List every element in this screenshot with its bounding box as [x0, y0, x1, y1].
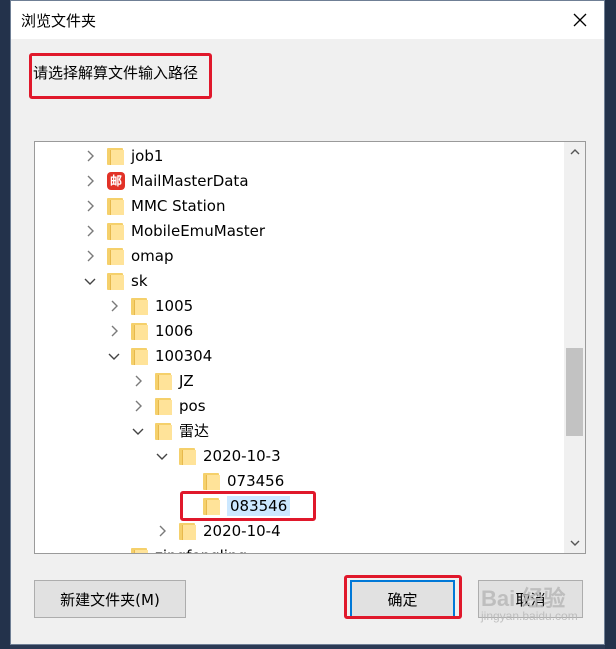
tree-item[interactable]: MMC Station	[83, 193, 225, 218]
tree-item[interactable]: 邮 MailMasterData	[83, 168, 249, 193]
tree-item-label: 1006	[155, 321, 194, 340]
scroll-down-icon[interactable]	[564, 533, 585, 553]
tree-item[interactable]: 雷达	[131, 418, 209, 443]
prompt-text: 请选择解算文件输入路径	[33, 64, 199, 82]
scroll-up-icon[interactable]	[564, 142, 585, 162]
tree-item-label: 1005	[155, 296, 194, 315]
tree-item-label: zingfengling	[155, 547, 247, 554]
tree-item-label: 2020-10-3	[203, 446, 281, 465]
new-folder-button[interactable]: 新建文件夹(M)	[34, 580, 186, 618]
tree-item[interactable]: 2020-10-3	[155, 443, 281, 468]
tree-item-label: 100304	[155, 346, 213, 365]
tree-item-label: JZ	[179, 371, 194, 390]
tree-item[interactable]: 100304	[107, 343, 212, 368]
tree-item-label: pos	[179, 396, 206, 415]
folder-icon	[131, 297, 148, 315]
folder-icon	[107, 222, 124, 240]
window-frame-right	[605, 0, 616, 649]
window-frame-left	[0, 0, 10, 649]
browse-folder-dialog: 浏览文件夹 请选择解算文件输入路径 job1 邮 MailMasterData MMC…	[10, 0, 605, 645]
chevron-right-icon[interactable]	[83, 174, 97, 188]
tree-item[interactable]: sk	[83, 268, 148, 293]
tree-item[interactable]: zingfengling	[107, 543, 247, 554]
title-bar[interactable]: 浏览文件夹	[11, 1, 604, 39]
tree-item[interactable]: JZ	[131, 368, 194, 393]
tree-item[interactable]: 073456	[179, 468, 284, 493]
chevron-right-icon[interactable]	[83, 149, 97, 163]
tree-item-label: sk	[131, 271, 148, 290]
tree-item[interactable]: 2020-10-4	[155, 518, 281, 543]
ok-button[interactable]: 确定	[350, 580, 455, 618]
folder-icon	[155, 397, 172, 415]
folder-icon	[107, 272, 124, 290]
chevron-right-icon[interactable]	[83, 199, 97, 213]
watermark-text: Bai 经验	[481, 586, 566, 611]
chevron-down-icon[interactable]	[83, 274, 97, 288]
tree-item[interactable]: job1	[83, 143, 163, 168]
vertical-scrollbar[interactable]	[564, 142, 585, 553]
chevron-down-icon[interactable]	[107, 349, 121, 363]
tree-item[interactable]: 1006	[107, 318, 193, 343]
folder-icon	[107, 247, 124, 265]
tree-item[interactable]: 1005	[107, 293, 193, 318]
chevron-right-icon[interactable]	[83, 224, 97, 238]
folder-icon	[107, 197, 124, 215]
folder-icon	[179, 522, 196, 540]
scrollbar-thumb[interactable]	[566, 348, 583, 436]
tree-item-label: MMC Station	[131, 196, 226, 215]
folder-icon	[155, 372, 172, 390]
chevron-right-icon[interactable]	[155, 524, 169, 538]
tree-item-label: job1	[131, 146, 164, 165]
tree-item[interactable]: MobileEmuMaster	[83, 218, 265, 243]
tree-item-label: 2020-10-4	[203, 521, 281, 540]
tree-item-label: 083546	[227, 495, 291, 516]
chevron-right-icon[interactable]	[83, 249, 97, 263]
folder-icon	[155, 422, 172, 440]
tree-item-label: MobileEmuMaster	[131, 221, 266, 240]
folder-icon	[131, 547, 148, 553]
tree-item[interactable]: omap	[83, 243, 174, 268]
folder-icon	[203, 472, 220, 490]
tree-item-label: 073456	[227, 471, 285, 490]
tree-item-label: omap	[131, 246, 174, 265]
folder-icon	[131, 322, 148, 340]
tree-item-label: MailMasterData	[131, 171, 249, 190]
chevron-right-icon[interactable]	[131, 374, 145, 388]
folder-icon	[179, 447, 196, 465]
tree-item[interactable]: pos	[131, 393, 206, 418]
tree-item[interactable]: 083546	[179, 493, 291, 518]
folder-icon	[131, 347, 148, 365]
mailmaster-icon: 邮	[107, 171, 125, 190]
dialog-title: 浏览文件夹	[21, 12, 97, 30]
baidu-watermark: Bai 经验 jingyan.baidu.com	[481, 581, 578, 623]
folder-icon	[203, 497, 220, 515]
chevron-right-icon[interactable]	[131, 399, 145, 413]
chevron-down-icon[interactable]	[131, 424, 145, 438]
tree-item-label: 雷达	[179, 422, 210, 440]
chevron-right-icon[interactable]	[107, 299, 121, 313]
folder-tree[interactable]: job1 邮 MailMasterData MMC Station MobileEmuM…	[34, 141, 586, 554]
chevron-down-icon[interactable]	[155, 449, 169, 463]
watermark-url: jingyan.baidu.com	[481, 609, 578, 623]
chevron-right-icon[interactable]	[107, 324, 121, 338]
folder-icon	[107, 147, 124, 165]
close-icon[interactable]	[566, 6, 594, 34]
